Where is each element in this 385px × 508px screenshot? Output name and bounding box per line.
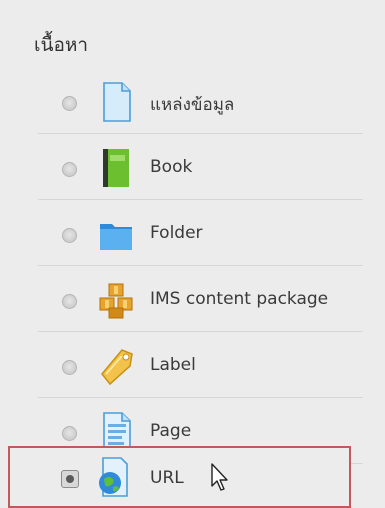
item-label: Book (150, 157, 193, 177)
list-item-url[interactable]: URL (8, 446, 351, 508)
radio-ims-package[interactable] (62, 294, 77, 309)
section-title: เนื้อหา (34, 34, 89, 56)
item-label: IMS content package (150, 289, 329, 309)
list-item-resource[interactable]: แหล่งข้อมูล (38, 72, 363, 134)
folder-icon (96, 212, 136, 256)
tag-icon (96, 344, 136, 388)
radio-url-selected[interactable] (61, 470, 79, 488)
radio-folder[interactable] (62, 228, 77, 243)
mouse-pointer-icon (210, 462, 232, 494)
book-icon (96, 146, 136, 190)
list-item-book[interactable]: Book (38, 138, 363, 200)
list-item-label[interactable]: Label (38, 336, 363, 398)
item-label: Folder (150, 223, 203, 243)
item-label: Page (150, 421, 192, 441)
item-label: Label (150, 355, 196, 375)
radio-resource[interactable] (62, 96, 77, 111)
file-icon (96, 80, 136, 124)
activity-chooser-panel: เนื้อหา แหล่งข้อมูล Book Folder IMS cont… (0, 0, 385, 508)
item-label: URL (150, 468, 184, 488)
package-icon (96, 278, 136, 322)
radio-book[interactable] (62, 162, 77, 177)
radio-page[interactable] (62, 426, 77, 441)
url-globe-icon (93, 455, 133, 499)
list-item-ims-package[interactable]: IMS content package (38, 270, 363, 332)
item-label: แหล่งข้อมูล (150, 95, 235, 115)
list-item-folder[interactable]: Folder (38, 204, 363, 266)
radio-label[interactable] (62, 360, 77, 375)
